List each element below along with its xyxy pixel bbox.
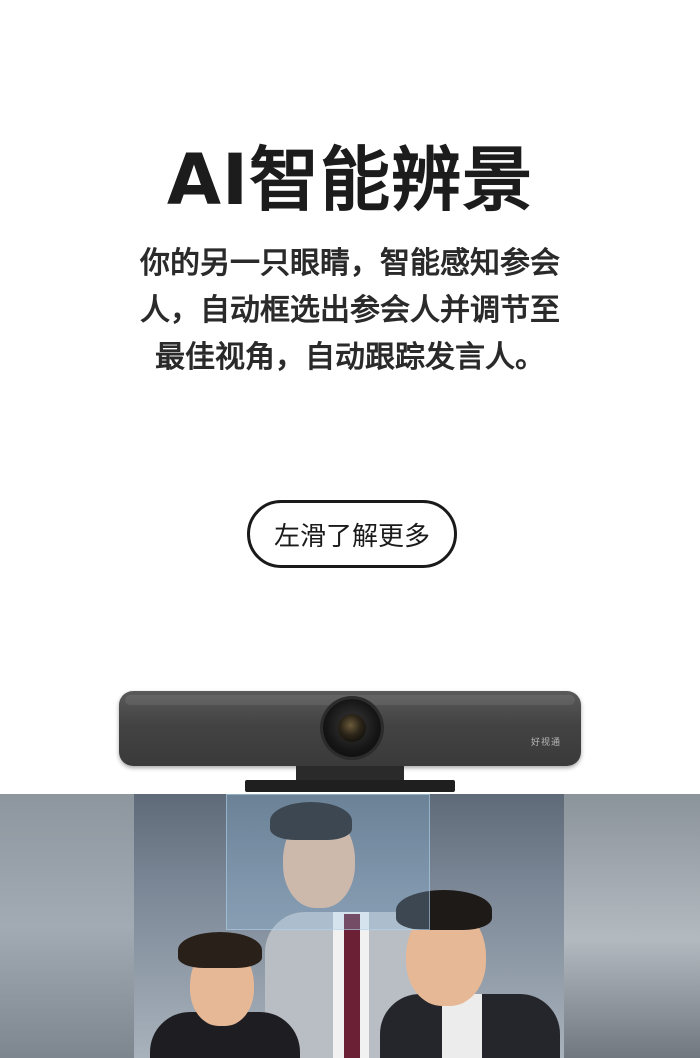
meeting-photo [0,794,700,1058]
swipe-more-button[interactable]: 左滑了解更多 [247,500,457,568]
description-line-1: 你的另一只眼睛，智能感知参会 [140,246,560,281]
person-center-tie [344,914,360,1058]
person-left-hair [178,932,262,968]
device-brand-logo: 好视通 [530,738,561,748]
description-line-2: 人，自动框选出参会人并调节至 [140,293,560,328]
photo-blurred-right [564,794,700,1058]
camera-mount-bar [245,780,455,792]
photo-blurred-left [0,794,134,1058]
page-title: AI智能辨景 [166,139,534,221]
description-line-3: 最佳视角，自动跟踪发言人。 [155,340,545,375]
camera-device-image: 好视通 [119,691,581,766]
camera-lens-glass [338,714,366,742]
feature-description: 你的另一只眼睛，智能感知参会 人，自动框选出参会人并调节至 最佳视角，自动跟踪发… [110,240,590,381]
camera-lens [323,699,381,757]
face-detection-box [226,794,430,930]
camera-mount [296,766,404,780]
